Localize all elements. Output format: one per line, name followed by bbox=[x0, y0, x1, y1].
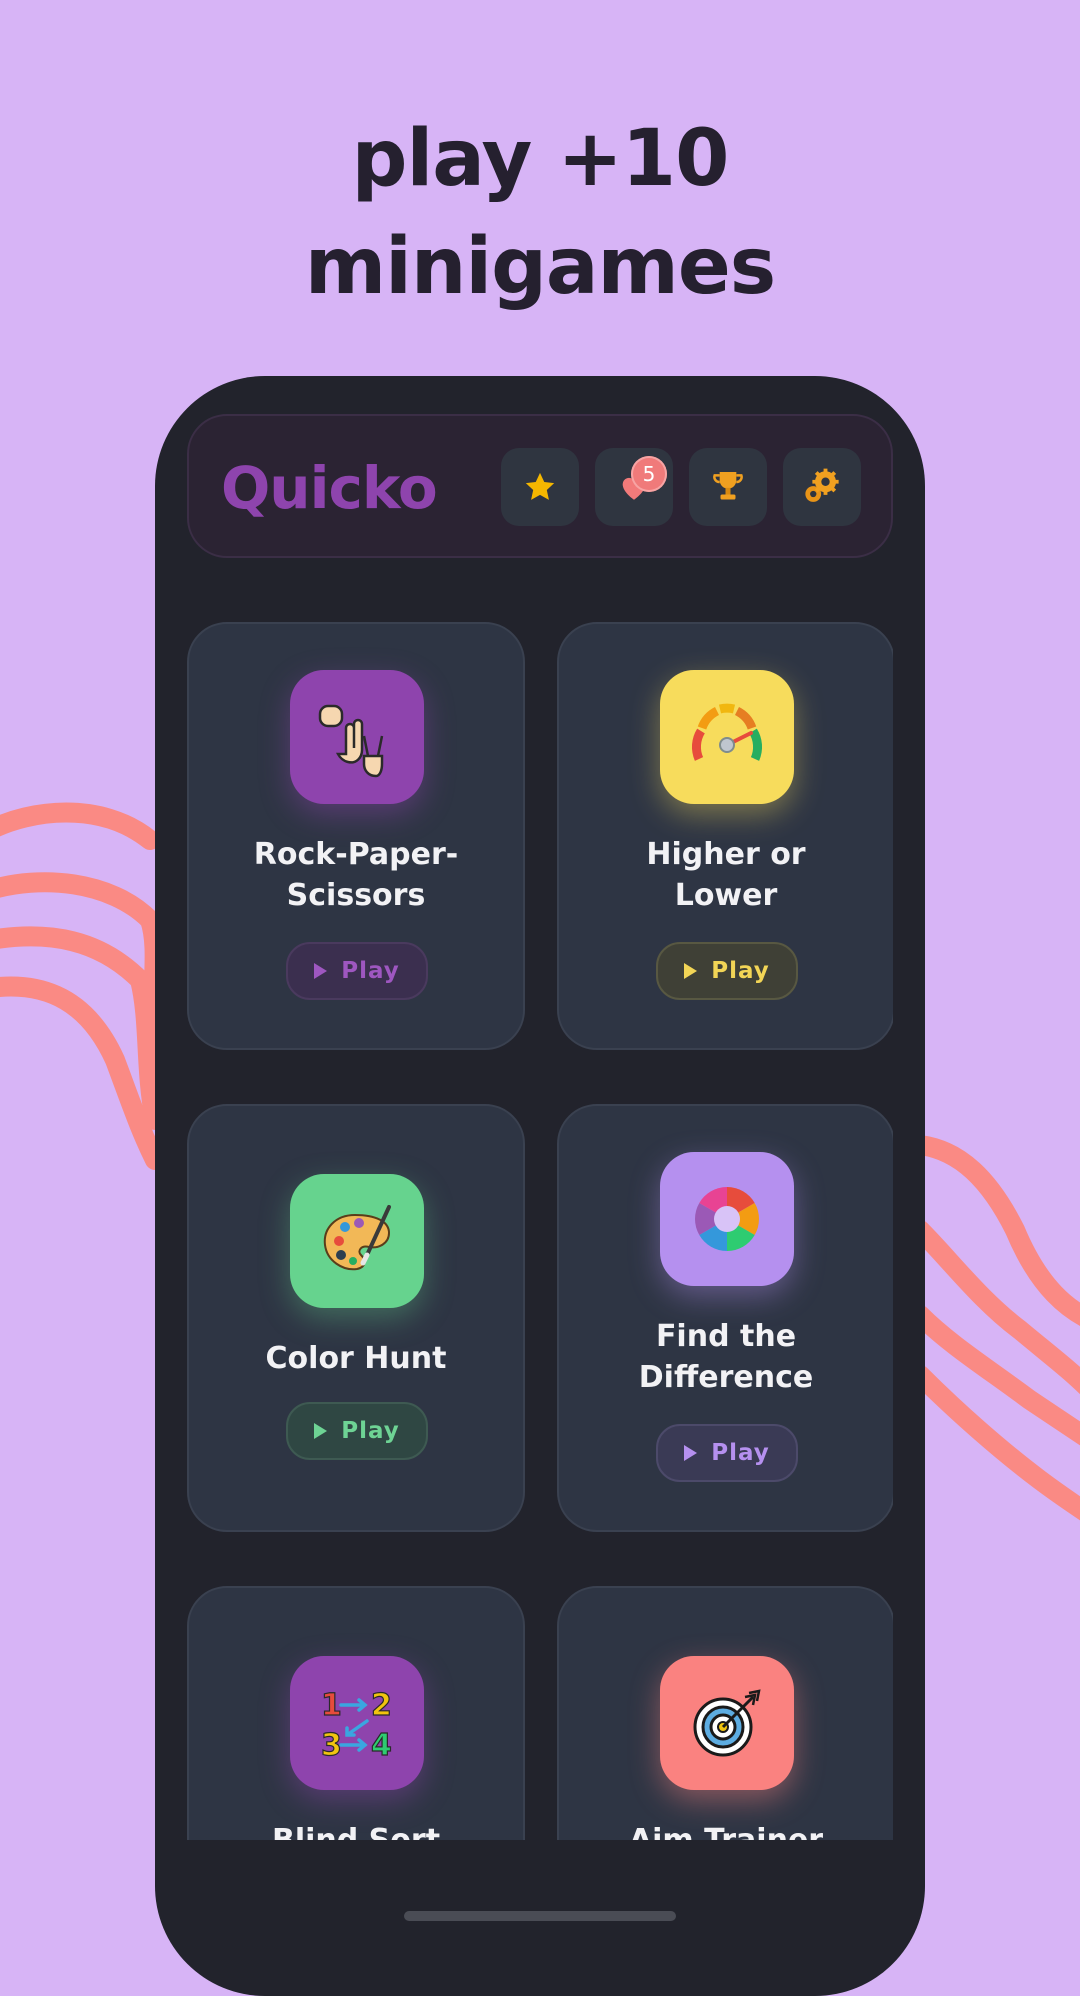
svg-text:4: 4 bbox=[371, 1728, 392, 1763]
game-title: Aim Trainer bbox=[559, 1820, 893, 1840]
palette-icon bbox=[290, 1174, 424, 1308]
game-title-line-1: Blind Sort bbox=[189, 1820, 523, 1840]
games-grid: Rock-Paper- Scissors Play Higher or Lowe… bbox=[187, 622, 893, 1840]
play-icon bbox=[314, 1423, 328, 1439]
rock-paper-scissors-icon bbox=[290, 670, 424, 804]
game-title-line-2: Difference bbox=[638, 1360, 814, 1395]
game-title-line-1: Higher or bbox=[646, 837, 806, 872]
number-sort-icon: 1 2 3 4 bbox=[290, 1656, 424, 1790]
play-button-label: Play bbox=[341, 958, 400, 984]
svg-text:2: 2 bbox=[371, 1688, 392, 1723]
game-card-higher-or-lower[interactable]: Higher or Lower Play bbox=[557, 622, 893, 1050]
game-title: Rock-Paper- Scissors bbox=[189, 834, 523, 916]
svg-text:3: 3 bbox=[321, 1728, 342, 1763]
game-title: Color Hunt bbox=[189, 1338, 523, 1379]
play-button[interactable]: Play bbox=[286, 1402, 428, 1460]
game-card-blind-sort[interactable]: 1 2 3 4 Blind Sort bbox=[187, 1586, 525, 1840]
settings-button[interactable] bbox=[783, 448, 861, 526]
game-title-line-1: Find the bbox=[655, 1319, 797, 1354]
favorites-button[interactable] bbox=[501, 448, 579, 526]
app-header: Quicko 5 bbox=[187, 414, 893, 558]
color-wheel-icon bbox=[660, 1152, 794, 1286]
play-icon bbox=[684, 1445, 698, 1461]
game-title-line-1: Rock-Paper- bbox=[253, 837, 459, 872]
likes-button[interactable]: 5 bbox=[595, 448, 673, 526]
play-button-label: Play bbox=[341, 1418, 400, 1444]
game-card-find-the-difference[interactable]: Find the Difference Play bbox=[557, 1104, 893, 1532]
target-icon bbox=[660, 1656, 794, 1790]
game-title-line-1: Color Hunt bbox=[265, 1341, 447, 1376]
play-button-label: Play bbox=[711, 1440, 770, 1466]
game-title: Blind Sort bbox=[189, 1820, 523, 1840]
gauge-icon bbox=[660, 670, 794, 804]
trophy-icon bbox=[713, 472, 743, 500]
hero-title-line-1: play +10 bbox=[351, 114, 730, 204]
play-button-label: Play bbox=[711, 958, 770, 984]
game-title-line-2: Scissors bbox=[286, 878, 426, 913]
gear-icon bbox=[805, 468, 839, 502]
left-squiggle-decoration bbox=[0, 802, 160, 1170]
play-icon bbox=[684, 963, 698, 979]
phone-frame: Quicko 5 Rock-Paper- Scissors Play Highe… bbox=[155, 376, 925, 1996]
hero-title-line-2: minigames bbox=[304, 222, 776, 312]
svg-text:1: 1 bbox=[321, 1688, 342, 1723]
hero-title: play +10 minigames bbox=[0, 105, 1080, 321]
right-squiggle-decoration bbox=[920, 1135, 1080, 1521]
play-button[interactable]: Play bbox=[656, 1424, 798, 1482]
game-title: Higher or Lower bbox=[559, 834, 893, 916]
likes-count-badge: 5 bbox=[631, 456, 667, 492]
play-icon bbox=[314, 963, 328, 979]
play-button[interactable]: Play bbox=[286, 942, 428, 1000]
app-logo: Quicko bbox=[221, 454, 438, 522]
star-icon bbox=[525, 472, 555, 500]
play-button[interactable]: Play bbox=[656, 942, 798, 1000]
game-card-rock-paper-scissors[interactable]: Rock-Paper- Scissors Play bbox=[187, 622, 525, 1050]
game-title: Find the Difference bbox=[559, 1316, 893, 1398]
game-title-line-1: Aim Trainer bbox=[559, 1820, 893, 1840]
game-title-line-2: Lower bbox=[674, 878, 778, 913]
trophy-button[interactable] bbox=[689, 448, 767, 526]
game-card-aim-trainer[interactable]: Aim Trainer bbox=[557, 1586, 893, 1840]
game-card-color-hunt[interactable]: Color Hunt Play bbox=[187, 1104, 525, 1532]
